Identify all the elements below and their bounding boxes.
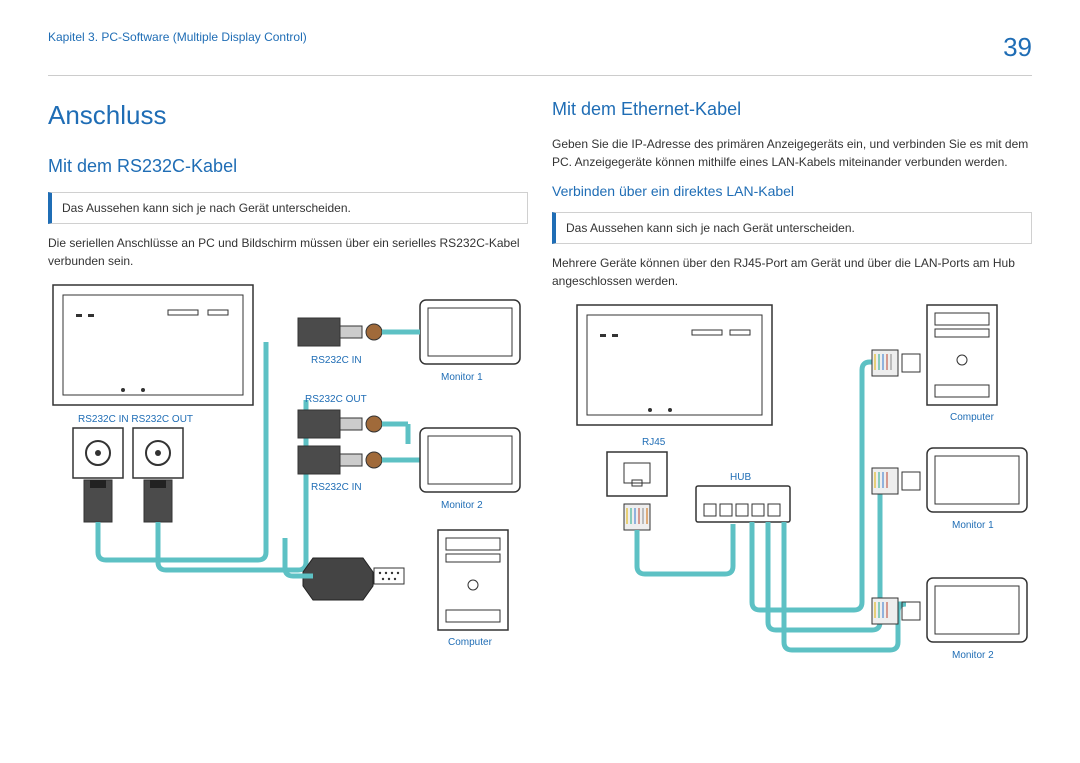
page-number: 39 [1003, 28, 1032, 67]
rs232c-heading: Mit dem RS232C-Kabel [48, 153, 528, 180]
ethernet-para1: Geben Sie die IP-Adresse des primären An… [552, 135, 1032, 171]
ethernet-diagram: RJ45 HUB [552, 300, 1032, 700]
left-column: Anschluss Mit dem RS232C-Kabel Das Ausse… [48, 96, 528, 700]
right-column: Mit dem Ethernet-Kabel Geben Sie die IP-… [552, 96, 1032, 700]
label-monitor2: Monitor 2 [441, 500, 483, 511]
rs232c-paragraph: Die seriellen Anschlüsse an PC und Bilds… [48, 234, 528, 270]
ethernet-para2: Mehrere Geräte können über den RJ45-Port… [552, 254, 1032, 290]
label-rs232c-out: RS232C OUT [305, 394, 367, 405]
note-rs232c: Das Aussehen kann sich je nach Gerät unt… [48, 192, 528, 224]
chapter-label: Kapitel 3. PC-Software (Multiple Display… [48, 28, 307, 46]
label-computer-right: Computer [950, 412, 995, 423]
note-lan: Das Aussehen kann sich je nach Gerät unt… [552, 212, 1032, 244]
label-rj45: RJ45 [642, 437, 666, 448]
label-rs232c-in-1: RS232C IN [311, 355, 362, 366]
page-title: Anschluss [48, 96, 528, 135]
label-monitor2-right: Monitor 2 [952, 650, 994, 661]
label-hub: HUB [730, 472, 751, 483]
label-computer-left: Computer [448, 637, 493, 648]
header-divider [48, 75, 1032, 76]
label-monitor1: Monitor 1 [441, 372, 483, 383]
lan-heading: Verbinden über ein direktes LAN-Kabel [552, 181, 1032, 202]
label-rs232c-in-out: RS232C IN RS232C OUT [78, 414, 193, 425]
label-rs232c-in-2: RS232C IN [311, 482, 362, 493]
ethernet-heading: Mit dem Ethernet-Kabel [552, 96, 1032, 123]
rs232c-diagram: RS232C IN RS232C OUT [48, 280, 528, 660]
label-monitor1-right: Monitor 1 [952, 520, 994, 531]
